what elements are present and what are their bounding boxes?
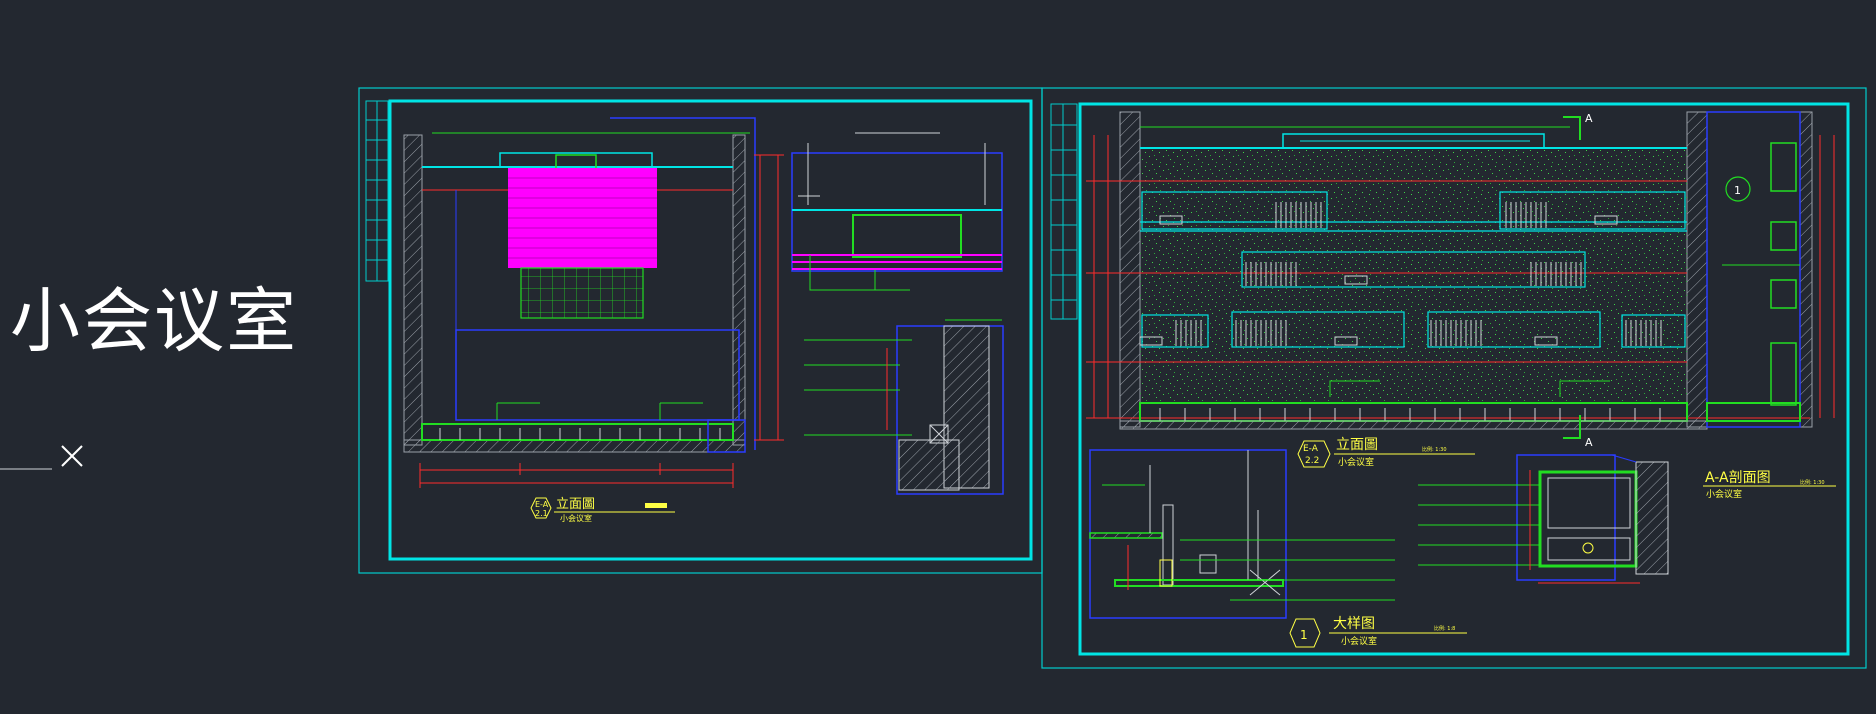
section-scale: 比例: 1:30 xyxy=(1800,479,1825,486)
detail-tag: 1 xyxy=(1300,628,1308,642)
detail-subtitle: 小会议室 xyxy=(1341,635,1377,647)
elevation-label-2-2: E-A 2.2 立面圖 小会议室 比例: 1:30 xyxy=(1297,437,1475,468)
section-subtitle: 小会议室 xyxy=(1706,488,1742,500)
sheet-1: E-A 2.1 立面圖 小会议室 xyxy=(358,87,1043,574)
detail-title: 大样图 xyxy=(1333,616,1375,632)
detail-label: 1 大样图 小会议室 比例: 1:8 xyxy=(1289,616,1467,648)
detail-section-bottom xyxy=(804,319,1004,495)
svg-text:A: A xyxy=(1585,436,1593,449)
section-marker-top: A xyxy=(1563,112,1593,140)
cad-drawing-canvas: E-A 2.1 立面圖 小会议室 A A 1 E-A 2.2 立面圖 小会议室 … xyxy=(0,87,1867,669)
svg-text:A: A xyxy=(1585,112,1593,125)
detail-callout-1: 1 xyxy=(1725,176,1751,202)
title-block-strip xyxy=(365,100,389,282)
section-title: A-A剖面图 xyxy=(1705,470,1771,486)
section-label: A-A剖面图 小会议室 比例: 1:30 xyxy=(1703,470,1836,500)
close-icon[interactable] xyxy=(61,445,83,467)
elevation-title: 立面圖 xyxy=(556,497,595,512)
elevation-tag-bottom-2: 2.2 xyxy=(1305,456,1319,466)
elevation-2-2: A A 1 xyxy=(1086,111,1835,449)
svg-text:1: 1 xyxy=(1734,184,1741,197)
elevation-subtitle-2: 小会议室 xyxy=(1338,456,1374,468)
elevation-label-2-1: E-A 2.1 立面圖 小会议室 xyxy=(530,497,675,523)
sheet-2: A A 1 E-A 2.2 立面圖 小会议室 比例: 1:30 1 大样图 小会… xyxy=(1041,87,1867,669)
elevation-2-1 xyxy=(403,117,784,488)
section-a-a xyxy=(1418,454,1669,584)
elevation-title-2: 立面圖 xyxy=(1336,437,1378,453)
elevation-subtitle: 小会议室 xyxy=(560,513,592,523)
detail-section-top xyxy=(791,132,1003,291)
elevation-tag-bottom: 2.1 xyxy=(535,509,548,518)
detail-scale: 比例: 1:8 xyxy=(1434,625,1455,632)
title-block-strip-2 xyxy=(1050,103,1078,320)
elevation-tag-top-2: E-A xyxy=(1303,444,1319,454)
elevation-tag-top: E-A xyxy=(535,500,549,509)
detail-drawing xyxy=(1089,449,1395,619)
elevation-scale-2: 比例: 1:30 xyxy=(1422,446,1447,453)
